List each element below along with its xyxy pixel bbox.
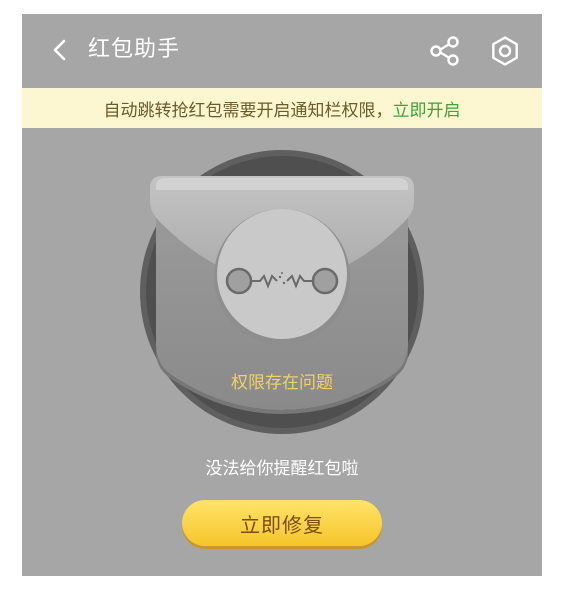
permission-issue-title: 权限存在问题 bbox=[231, 373, 333, 393]
notification-permission-banner: 自动跳转抢红包需要开启通知栏权限， 立即开启 bbox=[22, 88, 542, 128]
permission-issue-description: 没法给你提醒红包啦 bbox=[205, 459, 359, 479]
enable-now-link[interactable]: 立即开启 bbox=[393, 96, 461, 121]
broken-connection-red-packet-illustration bbox=[140, 150, 424, 434]
fix-now-button[interactable]: 立即修复 bbox=[182, 500, 382, 546]
notice-text: 自动跳转抢红包需要开启通知栏权限， bbox=[103, 100, 393, 121]
top-bar: 红包助手 bbox=[22, 14, 542, 88]
back-button[interactable] bbox=[44, 34, 76, 66]
chevron-left-icon bbox=[53, 39, 66, 61]
share-button[interactable] bbox=[426, 32, 464, 70]
settings-button[interactable] bbox=[486, 32, 524, 70]
page-title: 红包助手 bbox=[88, 37, 181, 62]
share-icon bbox=[430, 36, 459, 66]
red-packet-helper-screen: 红包助手 自动跳转抢红包需要开启通知栏权限， 立即开启 权限存在问题 没法给你提… bbox=[22, 14, 542, 576]
gear-icon bbox=[492, 36, 518, 66]
